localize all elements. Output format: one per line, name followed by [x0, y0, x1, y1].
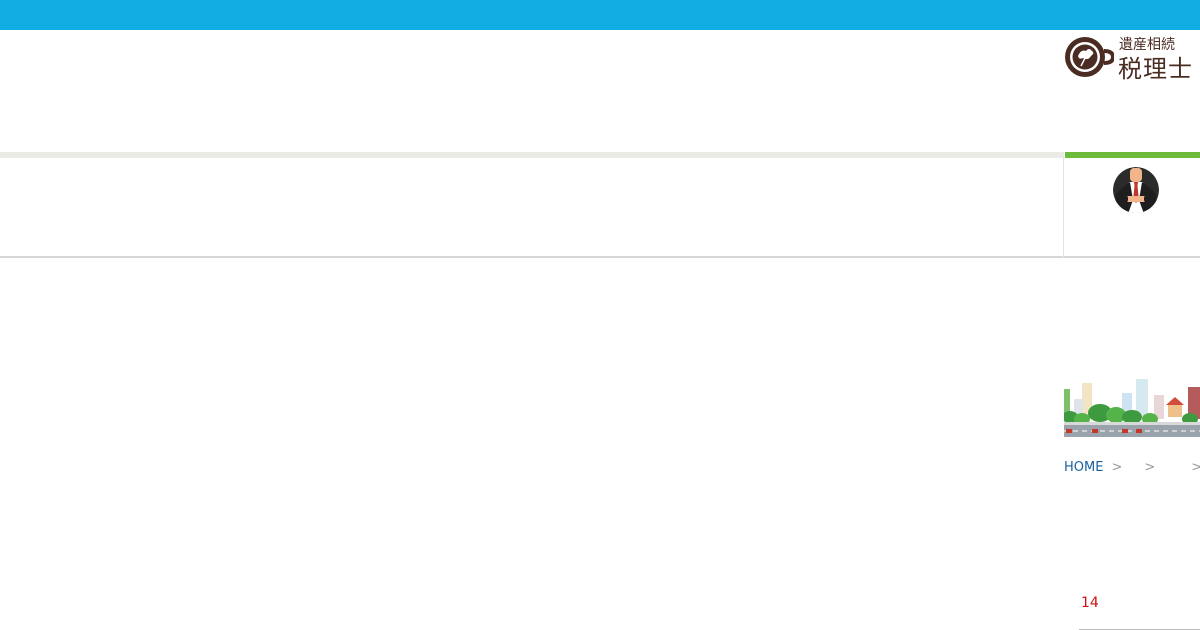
cityscape-illustration [1064, 375, 1200, 440]
global-nav [0, 158, 1200, 258]
breadcrumb: HOME > > > [1064, 460, 1200, 475]
breadcrumb-home-link[interactable]: HOME [1064, 460, 1103, 475]
site-header [0, 30, 1200, 152]
entry-count: 14 [1081, 595, 1099, 611]
breadcrumb-separator: > [1111, 460, 1123, 475]
breadcrumb-separator: > [1191, 460, 1200, 475]
breadcrumb-separator: > [1144, 460, 1156, 475]
nav-item-advisor[interactable] [1064, 158, 1200, 258]
cityscape-banner [1064, 375, 1200, 440]
logo-title: 税理士 [1118, 55, 1193, 80]
logo-mark-icon [1065, 37, 1114, 77]
top-bar [0, 0, 1200, 30]
businessman-avatar-icon [1113, 167, 1159, 213]
site-logo[interactable]: 遺産相続 税理士 [1064, 34, 1200, 80]
